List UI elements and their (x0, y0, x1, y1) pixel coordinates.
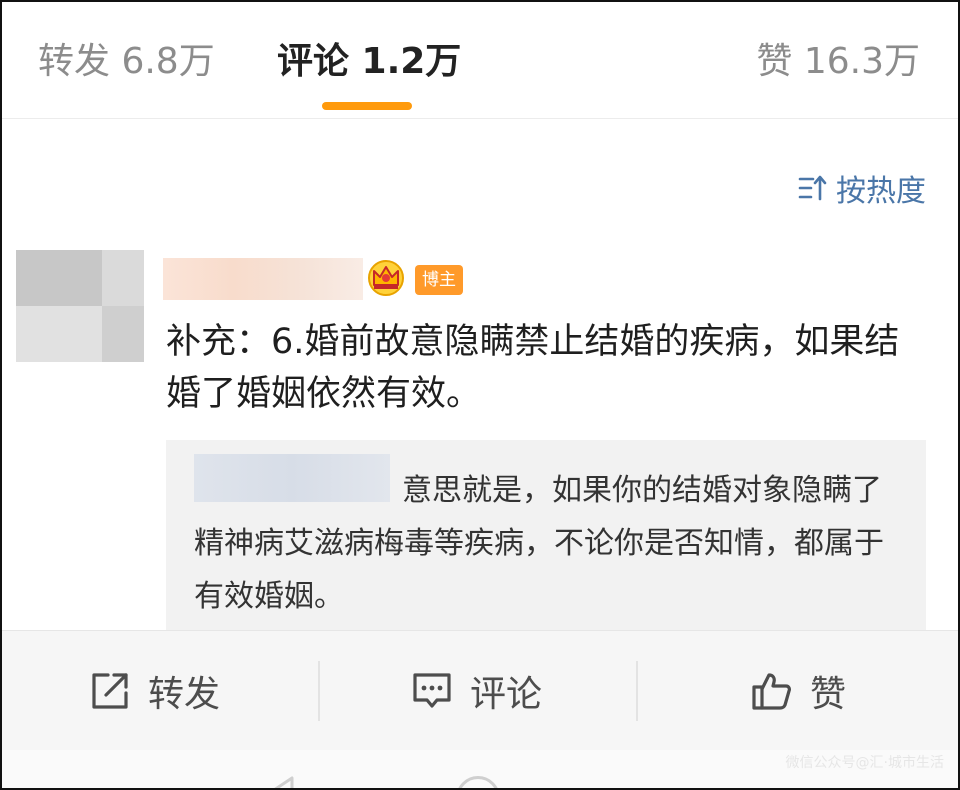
like-button[interactable]: 赞 (750, 631, 846, 751)
reply-text: 意思就是，如果你的结婚对象隐瞒了精神病艾滋病梅毒等疾病，不论你是否知情，都属于有… (194, 473, 884, 614)
username-blurred[interactable] (163, 258, 363, 300)
tab-bar: 转发 6.8万 评论 1.2万 赞 16.3万 (0, 0, 960, 119)
crown-icon (368, 260, 404, 296)
back-icon[interactable] (262, 774, 302, 790)
comment-button[interactable]: 评论 (410, 631, 542, 751)
thumbs-up-icon (752, 673, 791, 710)
comment-label: 评论 (470, 674, 543, 715)
divider (636, 661, 638, 721)
owner-badge: 博主 (415, 265, 463, 295)
active-tab-indicator (322, 102, 412, 110)
divider (318, 661, 320, 721)
comment-icon (413, 673, 451, 708)
action-bar: 转发 评论 赞 (0, 630, 960, 751)
sort-label: 按热度 (836, 174, 926, 209)
home-icon[interactable] (456, 776, 500, 790)
tab-repost[interactable]: 转发 6.8万 (38, 38, 215, 86)
watermark: 微信公众号@汇·城市生活 (785, 755, 944, 771)
tab-comments[interactable]: 评论 1.2万 (277, 38, 461, 86)
reply-box[interactable]: 意思就是，如果你的结婚对象隐瞒了精神病艾滋病梅毒等疾病，不论你是否知情，都属于有… (166, 440, 926, 630)
comment-text: 补充：6.婚前故意隐瞒禁止结婚的疾病，如果结婚了婚姻依然有效。 (166, 322, 900, 414)
sort-icon (798, 175, 827, 201)
like-label: 赞 (810, 674, 847, 715)
avatar[interactable] (16, 250, 144, 362)
repost-label: 转发 (148, 674, 221, 715)
repost-button[interactable]: 转发 (88, 631, 220, 751)
sort-by-hot-button[interactable]: 按热度 (798, 168, 926, 209)
tab-likes[interactable]: 赞 16.3万 (756, 38, 920, 86)
system-nav-bar: 微信公众号@汇·城市生活 (0, 750, 960, 790)
share-icon (92, 673, 128, 709)
